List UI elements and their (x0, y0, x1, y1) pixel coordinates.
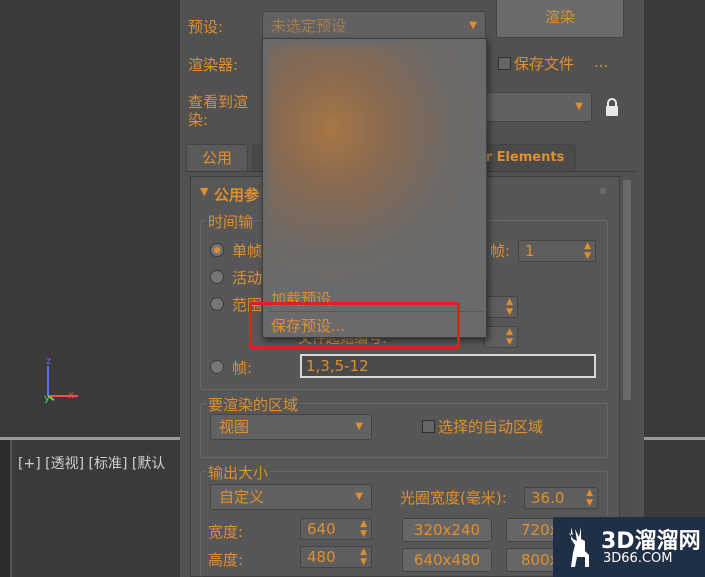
save-file-label: 保存文件 (514, 55, 575, 73)
every-nth-frame-label: 帧: (490, 242, 511, 260)
output-size-dropdown[interactable]: 自定义 ▼ (210, 484, 372, 510)
watermark-subtitle: 3D66.COM (603, 551, 673, 566)
chevron-down-icon: ▼ (355, 421, 363, 432)
spinner-arrows-icon: ▲ ▼ (506, 297, 513, 317)
tab-common[interactable]: 公用 (186, 144, 248, 172)
output-size-value: 自定义 (219, 488, 265, 506)
viewport-top-left[interactable] (0, 0, 186, 437)
lock-icon[interactable] (604, 97, 620, 117)
viewport-top-right[interactable] (644, 0, 705, 437)
radio-active-label: 活动 (232, 269, 263, 287)
spinner-arrows-icon: ▲ ▼ (506, 327, 513, 347)
height-spinner[interactable]: 480 ▲ ▼ (300, 546, 372, 568)
preset-size-320x240-button[interactable]: 320x240 (402, 518, 492, 542)
radio-frames[interactable] (210, 360, 224, 374)
preset-size-640x480-button[interactable]: 640x480 (402, 548, 492, 572)
highlight-annotation (249, 302, 460, 349)
preset-dropdown[interactable]: 未选定预设 ▼ (262, 11, 486, 41)
spinner-arrows-icon: ▲ ▼ (360, 547, 367, 567)
area-to-render-dropdown[interactable]: 视图 ▼ (210, 414, 372, 440)
view-to-render-dropdown[interactable]: ▼ (480, 92, 592, 122)
range-end-spinner[interactable]: ▲ ▼ (484, 296, 518, 318)
scrollbar-thumb[interactable] (623, 180, 631, 400)
radio-frames-label: 帧: (232, 359, 253, 377)
radio-range[interactable] (210, 297, 224, 311)
chevron-down-icon: ▼ (575, 101, 583, 112)
radio-single-frame[interactable] (210, 243, 224, 257)
watermark: 3D溜溜网 3D66.COM (553, 517, 705, 577)
frames-input[interactable]: 1,3,5-12 (300, 354, 596, 378)
width-value: 640 (307, 520, 336, 538)
width-label: 宽度: (208, 523, 244, 541)
rollout-collapse-icon[interactable]: ▼ (200, 185, 208, 198)
file-number-spinner[interactable]: ▲ ▼ (484, 326, 518, 348)
every-nth-frame-value: 1 (525, 242, 535, 260)
aperture-label: 光圈宽度(毫米): (400, 489, 507, 507)
radio-single-label: 单帧 (232, 242, 263, 260)
height-value: 480 (307, 548, 336, 566)
axis-x-label: x (68, 390, 74, 401)
aperture-spinner[interactable]: 36.0 ▲ ▼ (524, 487, 598, 509)
axis-z-label: z (46, 356, 52, 367)
auto-region-label: 选择的自动区域 (438, 418, 544, 436)
view-to-render-label-2: 染: (188, 111, 209, 129)
output-size-label: 输出大小 (206, 462, 271, 483)
every-nth-frame-spinner[interactable]: 1 ▲ ▼ (518, 240, 596, 262)
scrollbar-track[interactable] (622, 180, 632, 575)
time-output-label: 时间输 (206, 211, 256, 232)
save-file-browse-button[interactable]: ... (594, 53, 608, 71)
spinner-arrows-icon: ▲ ▼ (584, 241, 591, 261)
auto-region-checkbox[interactable] (422, 420, 435, 433)
rollout-menu-icon[interactable] (600, 188, 606, 194)
radio-active-segment[interactable] (210, 270, 224, 284)
rollout-title[interactable]: 公用参 (214, 184, 259, 205)
viewport-border (0, 440, 12, 577)
area-to-render-label: 要渲染的区域 (206, 394, 301, 415)
chevron-down-icon: ▼ (355, 491, 363, 502)
render-button[interactable]: 渲染 (496, 0, 624, 38)
preset-label: 预设: (188, 18, 224, 36)
viewport-label[interactable]: [+] [透视] [标准] [默认 (18, 453, 165, 473)
preset-value: 未选定预设 (271, 17, 347, 35)
renderer-label: 渲染器: (188, 56, 239, 74)
save-file-checkbox[interactable] (498, 57, 511, 70)
tab-render-elements[interactable]: r Elements (474, 144, 576, 172)
area-to-render-value: 视图 (219, 418, 250, 436)
deer-logo-icon (569, 527, 589, 567)
aperture-value: 36.0 (531, 489, 565, 507)
spinner-arrows-icon: ▲ ▼ (360, 519, 367, 539)
preset-dropdown-list[interactable]: 加载预设... 保存预设... (262, 38, 487, 338)
chevron-down-icon: ▼ (469, 20, 477, 31)
axis-y-label: y (44, 393, 50, 404)
blurred-preset-list (268, 45, 482, 285)
height-label: 高度: (208, 551, 244, 569)
spinner-arrows-icon: ▲ ▼ (586, 488, 593, 508)
width-spinner[interactable]: 640 ▲ ▼ (300, 518, 372, 540)
